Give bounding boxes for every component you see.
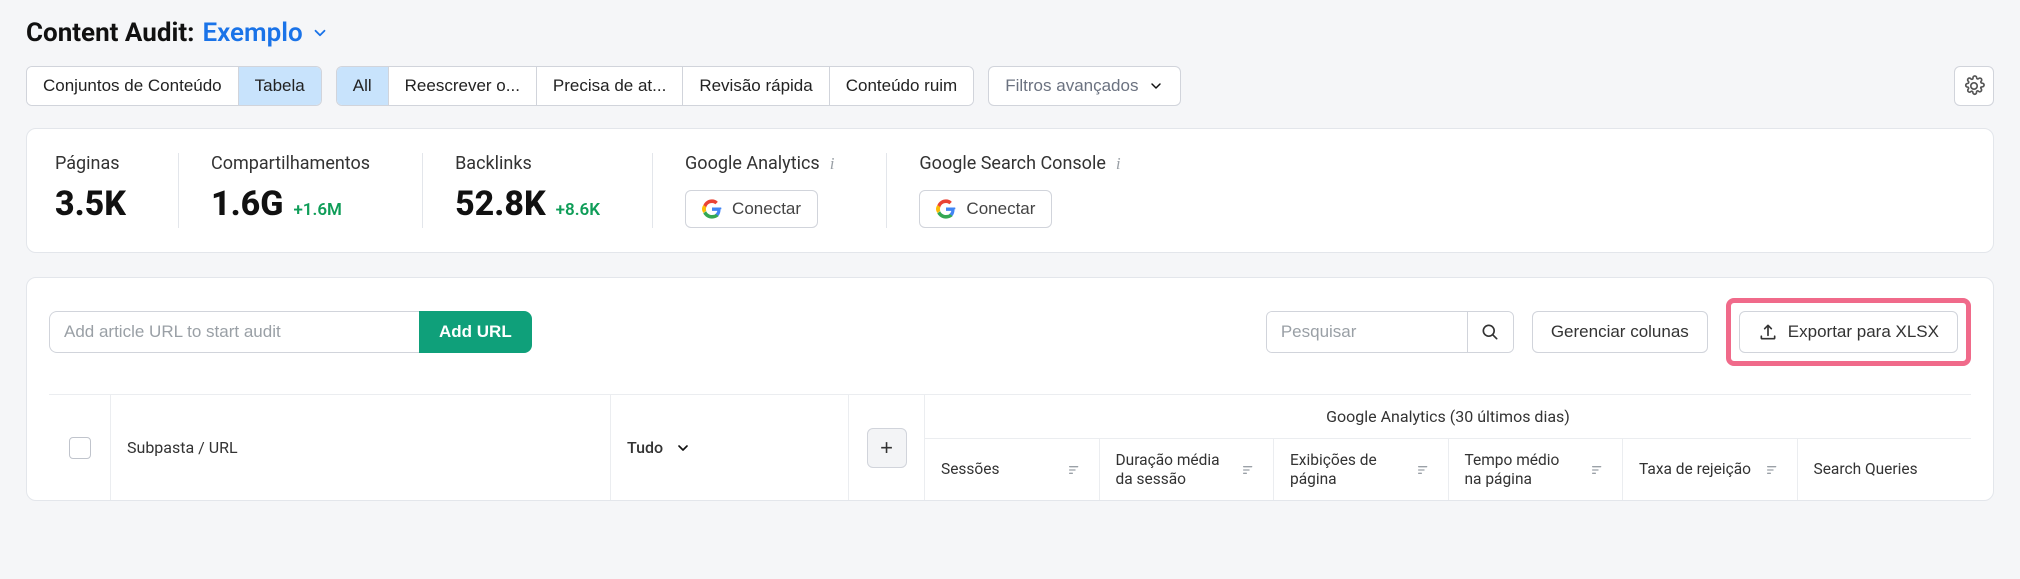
view-tab-group: Conjuntos de Conteúdo Tabela bbox=[26, 66, 322, 106]
column-checkbox bbox=[49, 395, 111, 500]
table-actions-row: Add URL Gerenciar colunas Exportar para … bbox=[49, 298, 1971, 366]
connect-gsc-button[interactable]: Conectar bbox=[919, 190, 1052, 228]
info-icon[interactable]: i bbox=[830, 154, 835, 174]
column-sessions[interactable]: Sessões bbox=[925, 439, 1100, 500]
column-avg-time-on-page[interactable]: Tempo médio na página bbox=[1449, 439, 1624, 500]
export-highlight: Exportar para XLSX bbox=[1726, 298, 1971, 366]
stat-gsc-label: Google Search Console bbox=[919, 153, 1105, 174]
toolbar: Conjuntos de Conteúdo Tabela All Reescre… bbox=[26, 66, 1994, 106]
select-all-checkbox[interactable] bbox=[69, 437, 91, 459]
column-avg-session-duration-label: Duração média da sessão bbox=[1116, 451, 1230, 488]
chevron-down-icon bbox=[311, 24, 329, 42]
status-tab-all[interactable]: All bbox=[337, 67, 389, 105]
column-sessions-label: Sessões bbox=[941, 460, 999, 479]
connect-ga-label: Conectar bbox=[732, 199, 801, 219]
column-add: + bbox=[849, 395, 925, 500]
project-name: Exemplo bbox=[202, 18, 302, 48]
ga-group-label: Google Analytics (30 últimos dias) bbox=[925, 395, 1971, 439]
column-tudo-dropdown[interactable]: Tudo bbox=[611, 395, 849, 500]
search-input[interactable] bbox=[1267, 312, 1467, 352]
table-card: Add URL Gerenciar colunas Exportar para … bbox=[26, 277, 1994, 501]
connect-ga-button[interactable]: Conectar bbox=[685, 190, 818, 228]
stat-backlinks-value: 52.8K bbox=[455, 184, 546, 224]
google-logo-icon bbox=[702, 199, 722, 219]
stat-shares-value: 1.6G bbox=[211, 184, 283, 224]
status-tab-group: All Reescrever o... Precisa de at... Rev… bbox=[336, 66, 974, 106]
column-bounce-rate-label: Taxa de rejeição bbox=[1639, 460, 1751, 479]
stat-backlinks-delta: +8.6K bbox=[556, 200, 600, 220]
settings-button[interactable] bbox=[1954, 66, 1994, 106]
tab-table[interactable]: Tabela bbox=[239, 67, 321, 105]
upload-icon bbox=[1758, 322, 1778, 342]
info-icon[interactable]: i bbox=[1116, 154, 1121, 174]
search-button[interactable] bbox=[1467, 312, 1513, 352]
stat-shares-delta: +1.6M bbox=[293, 200, 341, 220]
stat-ga-label: Google Analytics bbox=[685, 153, 820, 174]
search-group bbox=[1266, 311, 1514, 353]
chevron-down-icon bbox=[1148, 78, 1164, 94]
status-tab-quick[interactable]: Revisão rápida bbox=[683, 67, 829, 105]
status-tab-needs[interactable]: Precisa de at... bbox=[537, 67, 683, 105]
status-tab-rewrite[interactable]: Reescrever o... bbox=[389, 67, 537, 105]
add-url-input[interactable] bbox=[49, 311, 419, 353]
table-header: Subpasta / URL Tudo + Google Analytics (… bbox=[49, 394, 1971, 500]
sort-icon bbox=[1590, 462, 1606, 478]
advanced-filters-label: Filtros avançados bbox=[1005, 76, 1138, 96]
sort-icon bbox=[1416, 462, 1432, 478]
stat-google-analytics: Google Analytics i Conectar bbox=[652, 153, 874, 228]
advanced-filters-button[interactable]: Filtros avançados bbox=[988, 66, 1181, 106]
column-group-ga: Google Analytics (30 últimos dias) Sessõ… bbox=[925, 395, 1971, 500]
column-avg-session-duration[interactable]: Duração média da sessão bbox=[1100, 439, 1275, 500]
stat-backlinks: Backlinks 52.8K +8.6K bbox=[422, 153, 640, 228]
column-bounce-rate[interactable]: Taxa de rejeição bbox=[1623, 439, 1798, 500]
sort-icon bbox=[1067, 462, 1083, 478]
add-url-button[interactable]: Add URL bbox=[419, 311, 532, 353]
project-dropdown[interactable]: Exemplo bbox=[202, 18, 328, 48]
column-pageviews-label: Exibições de página bbox=[1290, 451, 1404, 488]
stats-card: Páginas 3.5K Compartilhamentos 1.6G +1.6… bbox=[26, 128, 1994, 253]
gear-icon bbox=[1963, 75, 1985, 97]
stat-backlinks-label: Backlinks bbox=[455, 153, 600, 174]
column-search-queries-label: Search Queries bbox=[1814, 460, 1918, 479]
page-title-row: Content Audit: Exemplo bbox=[26, 10, 1994, 66]
column-url-label: Subpasta / URL bbox=[127, 438, 238, 457]
manage-columns-button[interactable]: Gerenciar colunas bbox=[1532, 311, 1708, 353]
export-xlsx-label: Exportar para XLSX bbox=[1788, 322, 1939, 342]
page-title: Content Audit: bbox=[26, 18, 194, 48]
column-search-queries[interactable]: Search Queries bbox=[1798, 439, 1972, 500]
search-icon bbox=[1480, 322, 1500, 342]
sort-icon bbox=[1765, 462, 1781, 478]
column-url[interactable]: Subpasta / URL bbox=[111, 395, 611, 500]
connect-gsc-label: Conectar bbox=[966, 199, 1035, 219]
export-xlsx-button[interactable]: Exportar para XLSX bbox=[1739, 311, 1958, 353]
stat-shares-label: Compartilhamentos bbox=[211, 153, 370, 174]
stat-pages: Páginas 3.5K bbox=[55, 153, 166, 228]
chevron-down-icon bbox=[675, 440, 691, 456]
sort-icon bbox=[1241, 462, 1257, 478]
column-pageviews[interactable]: Exibições de página bbox=[1274, 439, 1449, 500]
stat-google-search-console: Google Search Console i Conectar bbox=[886, 153, 1160, 228]
google-logo-icon bbox=[936, 199, 956, 219]
column-avg-time-on-page-label: Tempo médio na página bbox=[1465, 451, 1579, 488]
stat-pages-value: 3.5K bbox=[55, 184, 126, 224]
stat-pages-label: Páginas bbox=[55, 153, 126, 174]
status-tab-bad[interactable]: Conteúdo ruim bbox=[830, 67, 974, 105]
add-column-button[interactable]: + bbox=[867, 428, 907, 468]
column-tudo-label: Tudo bbox=[627, 438, 663, 457]
tab-content-sets[interactable]: Conjuntos de Conteúdo bbox=[27, 67, 239, 105]
stat-shares: Compartilhamentos 1.6G +1.6M bbox=[178, 153, 410, 228]
add-url-group: Add URL bbox=[49, 311, 532, 353]
